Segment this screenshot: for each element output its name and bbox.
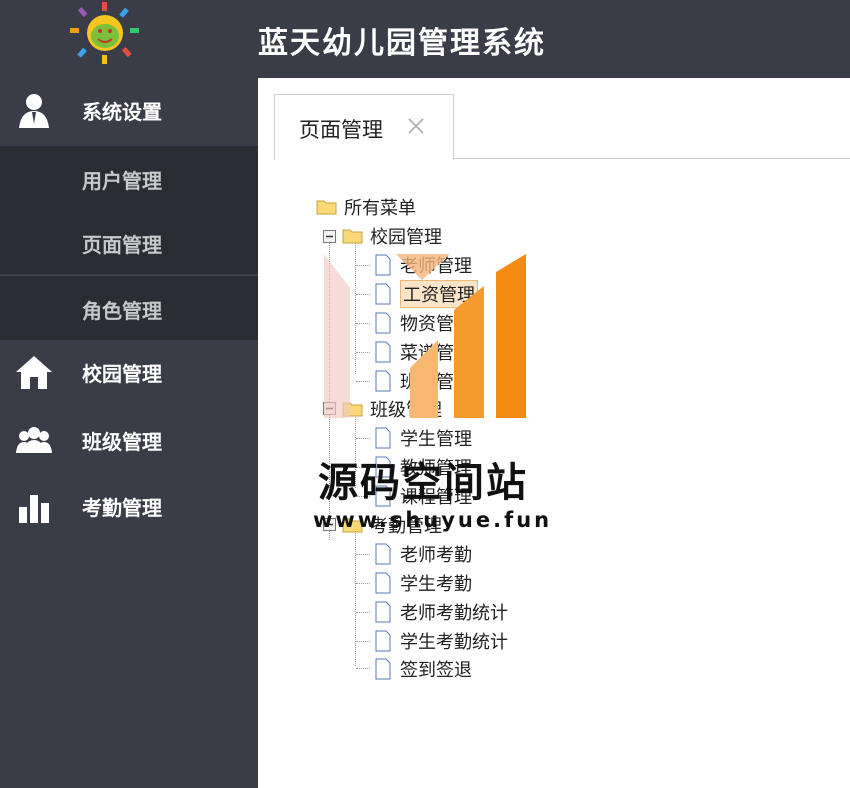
main-content: 页面管理 所有菜单 校园管理 老师管理 工资管理 物资管理 菜谱管理 班级管理 … bbox=[258, 78, 850, 788]
tree-connector bbox=[356, 352, 370, 353]
tree-node-leaf[interactable]: 老师考勤统计 bbox=[372, 599, 508, 625]
tree-node-label: 校园管理 bbox=[370, 227, 442, 248]
folder-icon bbox=[342, 229, 363, 244]
sidebar-item-user-management[interactable]: 用户管理 bbox=[0, 146, 258, 210]
tree-connector bbox=[355, 524, 356, 666]
tree-connector bbox=[356, 381, 370, 382]
document-icon bbox=[375, 370, 391, 392]
app-title: 蓝天幼儿园管理系统 bbox=[258, 26, 546, 61]
collapse-icon[interactable] bbox=[323, 230, 336, 243]
document-icon bbox=[375, 427, 391, 449]
tree-node-leaf[interactable]: 班级管理 bbox=[372, 368, 472, 394]
tree-node-leaf[interactable]: 签到签退 bbox=[372, 656, 472, 682]
sidebar-item-role-management[interactable]: 角色管理 bbox=[0, 276, 258, 340]
tree-node-label: 班级管理 bbox=[370, 400, 442, 421]
tree-node-label: 学生考勤 bbox=[400, 574, 472, 595]
document-icon bbox=[375, 630, 391, 652]
tree-node-leaf[interactable]: 学生考勤统计 bbox=[372, 628, 508, 654]
sun-logo-icon bbox=[70, 2, 139, 64]
home-icon bbox=[16, 356, 52, 389]
menu-tree: 所有菜单 校园管理 老师管理 工资管理 物资管理 菜谱管理 班级管理 班级管理 … bbox=[314, 190, 714, 690]
tree-node-leaf[interactable]: 学生管理 bbox=[372, 425, 472, 451]
folder-icon bbox=[342, 402, 363, 417]
tree-connector bbox=[356, 265, 370, 266]
tree-node-label: 老师管理 bbox=[400, 256, 472, 277]
tree-node-label: 学生管理 bbox=[400, 429, 472, 450]
tree-connector bbox=[356, 294, 370, 295]
tree-node-leaf[interactable]: 菜谱管理 bbox=[372, 339, 472, 365]
tree-node-label: 工资管理 bbox=[400, 280, 478, 308]
sidebar-item-label: 班级管理 bbox=[82, 430, 162, 454]
tree-connector bbox=[356, 612, 370, 613]
tab-page-management[interactable]: 页面管理 bbox=[274, 94, 454, 160]
sidebar-item-label: 考勤管理 bbox=[82, 496, 162, 520]
folder-icon bbox=[316, 200, 337, 215]
document-icon bbox=[375, 341, 391, 363]
sidebar-item-system-settings[interactable]: 系统设置 bbox=[0, 78, 258, 142]
tree-node-label: 班级管理 bbox=[400, 372, 472, 393]
tree-node-root[interactable]: 所有菜单 bbox=[316, 194, 416, 220]
sidebar-item-label: 用户管理 bbox=[82, 169, 162, 193]
sidebar-item-class-management[interactable]: 班级管理 bbox=[0, 408, 258, 472]
tree-connector bbox=[355, 238, 356, 374]
tree-node-leaf-selected[interactable]: 工资管理 bbox=[372, 280, 478, 308]
sidebar-item-attendance-management[interactable]: 考勤管理 bbox=[0, 474, 258, 538]
tree-connector bbox=[356, 323, 370, 324]
top-bar: 蓝天幼儿园管理系统 bbox=[0, 0, 850, 78]
watermark-title: 源码空间站 bbox=[318, 460, 528, 506]
tree-node-label: 所有菜单 bbox=[344, 198, 416, 219]
sidebar-item-page-management[interactable]: 页面管理 bbox=[0, 210, 258, 274]
tree-node-folder[interactable]: 班级管理 bbox=[342, 396, 442, 422]
tree-node-label: 老师考勤统计 bbox=[400, 603, 508, 624]
bar-chart-icon bbox=[19, 495, 49, 523]
tree-connector bbox=[356, 583, 370, 584]
tree-node-folder[interactable]: 校园管理 bbox=[342, 223, 442, 249]
sidebar-item-label: 校园管理 bbox=[82, 362, 162, 386]
tree-node-label: 学生考勤统计 bbox=[400, 632, 508, 653]
document-icon bbox=[375, 254, 391, 276]
collapse-icon[interactable] bbox=[323, 402, 336, 415]
tree-node-leaf[interactable]: 物资管理 bbox=[372, 310, 472, 336]
tree-node-leaf[interactable]: 老师考勤 bbox=[372, 541, 472, 567]
document-icon bbox=[375, 283, 391, 305]
sidebar-item-campus-management[interactable]: 校园管理 bbox=[0, 340, 258, 404]
tree-node-label: 菜谱管理 bbox=[400, 343, 472, 364]
tree-node-label: 签到签退 bbox=[400, 660, 472, 681]
tree-node-leaf[interactable]: 老师管理 bbox=[372, 252, 472, 278]
sidebar-item-label: 页面管理 bbox=[82, 233, 162, 257]
document-icon bbox=[375, 572, 391, 594]
document-icon bbox=[375, 601, 391, 623]
tree-connector bbox=[356, 554, 370, 555]
tree-connector bbox=[356, 438, 370, 439]
tree-connector bbox=[356, 668, 370, 669]
document-icon bbox=[375, 543, 391, 565]
tree-node-label: 老师考勤 bbox=[400, 545, 472, 566]
document-icon bbox=[375, 312, 391, 334]
tree-connector bbox=[356, 641, 370, 642]
tree-node-label: 物资管理 bbox=[400, 314, 472, 335]
tab-label: 页面管理 bbox=[299, 118, 383, 142]
tree-node-leaf[interactable]: 学生考勤 bbox=[372, 570, 472, 596]
sidebar-item-label: 系统设置 bbox=[82, 100, 162, 124]
watermark-url: www.shuyue.fun bbox=[313, 508, 553, 532]
close-icon[interactable] bbox=[405, 115, 427, 137]
sidebar: 系统设置 用户管理 页面管理 角色管理 校园管理 班级管理 考勤管理 bbox=[0, 78, 258, 788]
sidebar-item-label: 角色管理 bbox=[82, 299, 162, 323]
user-icon bbox=[19, 94, 49, 128]
document-icon bbox=[375, 658, 391, 680]
group-icon bbox=[16, 427, 52, 453]
